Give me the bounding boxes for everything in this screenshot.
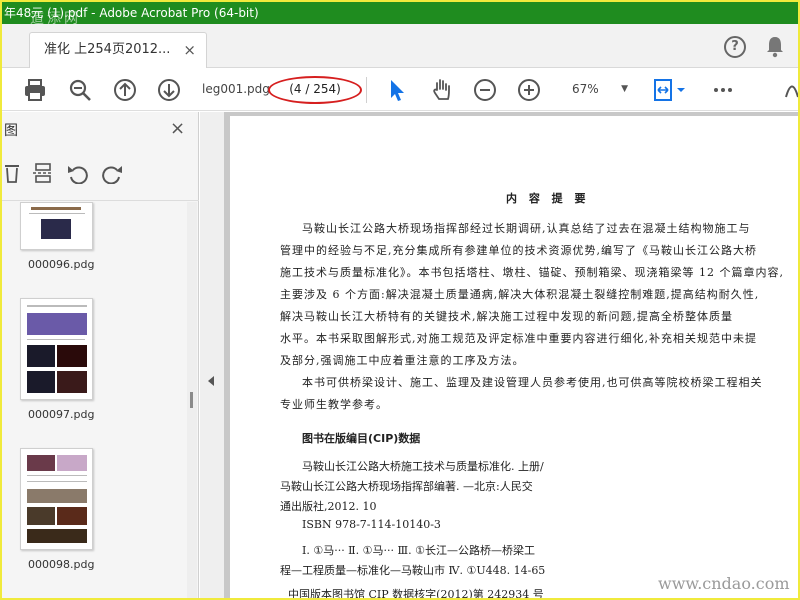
- thumbnail-panel: 图 × 000096.pdg 000097.pdg 000098.pdg: [2, 112, 199, 598]
- rotate-left-icon[interactable]: [66, 162, 90, 184]
- thumbnail-000098[interactable]: [20, 448, 93, 550]
- paragraph-line: 管理中的经验与不足,充分集成所有参建单位的技术资源优势,编写了《马鞍山长江公路大…: [280, 244, 757, 257]
- hand-icon[interactable]: [429, 77, 455, 103]
- cip-line: 马鞍山长江公路大桥施工技术与质量标准化. 上册/: [302, 460, 544, 473]
- highlight-oval: [268, 76, 362, 104]
- panel-scroll-thumb[interactable]: [190, 392, 193, 408]
- zoom-select[interactable]: 67% ▼: [560, 78, 634, 100]
- panel-collapse-handle[interactable]: [200, 112, 224, 598]
- zoom-plus-icon[interactable]: [516, 77, 542, 103]
- document-heading: 内 容 提 要: [506, 192, 590, 205]
- cip-line: 马鞍山长江公路大桥现场指挥部编著. —北京:人民交: [280, 480, 533, 493]
- thumbnail-000097[interactable]: [20, 298, 93, 400]
- thumbnail-label: 000098.pdg: [28, 558, 95, 571]
- watermark-bottom-right: www.cndao.com: [658, 574, 790, 593]
- fit-page-icon[interactable]: [652, 77, 688, 103]
- page-name-field[interactable]: leg001.pdg: [202, 78, 272, 100]
- toolbar: leg001.pdg (4 / 254) 67% ▼: [2, 69, 798, 111]
- panel-scrollbar[interactable]: [187, 202, 197, 598]
- panel-tools: [2, 158, 199, 188]
- paragraph-line: 专业师生教学参考。: [280, 398, 388, 411]
- title-bar: 年48元 (1).pdf - Adobe Acrobat Pro (64-bit…: [2, 2, 798, 24]
- paragraph-line: 及部分,强调施工中应着重注意的工序及方法。: [280, 354, 525, 367]
- cip-line: ISBN 978-7-114-10140-3: [302, 518, 441, 531]
- zoom-out-search-icon[interactable]: [67, 77, 93, 103]
- document-viewer: 内 容 提 要 马鞍山长江公路大桥现场指挥部经过长期调研,认真总结了过去在混凝土…: [224, 112, 798, 598]
- trash-icon[interactable]: [4, 162, 22, 184]
- bell-icon[interactable]: [764, 34, 786, 58]
- zoom-value: 67%: [572, 82, 599, 96]
- thumbnail-list: 000096.pdg 000097.pdg 000098.pdg: [2, 202, 184, 598]
- toolbar-divider: [366, 77, 367, 103]
- thumbnail-000096[interactable]: [20, 202, 93, 250]
- watermark-top-left: 道添网: [30, 11, 81, 24]
- paragraph-line: 施工技术与质量标准化》。本书包括塔柱、墩柱、锚碇、预制箱梁、现浇箱梁等 12 个…: [280, 266, 784, 279]
- rotate-right-icon[interactable]: [100, 162, 124, 184]
- chevron-down-icon: ▼: [621, 84, 628, 94]
- app-window: 年48元 (1).pdf - Adobe Acrobat Pro (64-bit…: [2, 2, 798, 598]
- paragraph-line: 水平。本书采取图解形式,对施工规范及评定标准中重要内容进行细化,补充相关规范中未…: [280, 332, 757, 345]
- help-icon[interactable]: ?: [724, 36, 746, 58]
- select-cursor-icon[interactable]: [384, 77, 410, 103]
- sign-icon[interactable]: [782, 77, 798, 103]
- paragraph-line: 本书可供桥梁设计、施工、监理及建设管理人员参考使用,也可供高等院校桥梁工程相关: [302, 376, 763, 389]
- cip-title: 图书在版编目(CIP)数据: [302, 432, 421, 445]
- paragraph-line: 马鞍山长江公路大桥现场指挥部经过长期调研,认真总结了过去在混凝土结构物施工与: [302, 222, 751, 235]
- document-tab[interactable]: 准化 上254页2012... ×: [29, 32, 207, 68]
- extract-pages-icon[interactable]: [32, 162, 54, 184]
- cip-line: 程—工程质量—标准化—马鞍山市 Ⅳ. ①U448. 14-65: [280, 564, 546, 577]
- page-down-icon[interactable]: [156, 77, 182, 103]
- tab-bar: 准化 上254页2012... × ?: [2, 24, 798, 68]
- thumbnail-label: 000096.pdg: [28, 258, 95, 271]
- tab-close-icon[interactable]: ×: [183, 33, 196, 67]
- zoom-minus-icon[interactable]: [472, 77, 498, 103]
- cip-line: Ⅰ. ①马··· Ⅱ. ①马··· Ⅲ. ①长江—公路桥—桥梁工: [302, 544, 535, 557]
- print-icon[interactable]: [22, 77, 48, 103]
- cip-line: 中国版本图书馆 CIP 数据核字(2012)第 242934 号: [288, 588, 544, 598]
- chevron-left-icon: [208, 376, 214, 386]
- paragraph-line: 主要涉及 6 个方面:解决混凝土质量通病,解决大体积混凝土裂缝控制难题,提高结构…: [280, 288, 760, 301]
- panel-close-icon[interactable]: ×: [170, 118, 185, 139]
- cip-line: 通出版社,2012. 10: [280, 500, 377, 513]
- thumbnail-label: 000097.pdg: [28, 408, 95, 421]
- more-icon[interactable]: [710, 77, 736, 103]
- paragraph-line: 解决马鞍山长江大桥特有的关键技术,解决施工过程中发现的新问题,提高全桥整体质量: [280, 310, 733, 323]
- page-up-icon[interactable]: [112, 77, 138, 103]
- document-page: 内 容 提 要 马鞍山长江公路大桥现场指挥部经过长期调研,认真总结了过去在混凝土…: [230, 116, 798, 598]
- document-tab-label: 准化 上254页2012...: [44, 42, 171, 57]
- panel-divider: [2, 200, 199, 201]
- panel-title: 图: [4, 123, 18, 139]
